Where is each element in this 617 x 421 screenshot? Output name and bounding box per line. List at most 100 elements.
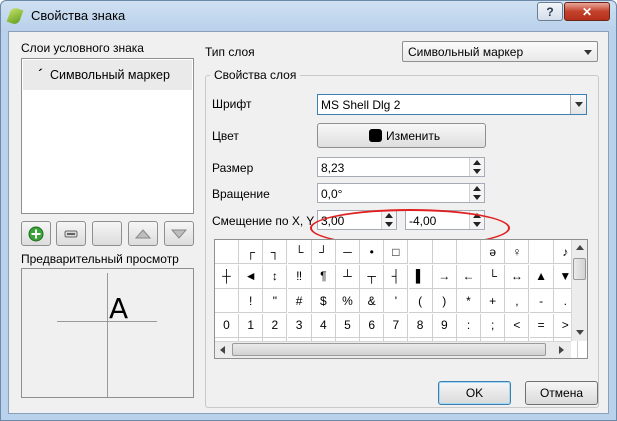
remove-layer-button[interactable] — [56, 221, 86, 246]
char-cell[interactable]: ┼ — [215, 264, 239, 289]
char-cell[interactable]: ◄ — [239, 264, 264, 289]
char-cell[interactable]: 4 — [311, 313, 336, 338]
char-cell[interactable]: $ — [311, 289, 336, 313]
char-cell[interactable] — [215, 240, 239, 264]
char-cell[interactable]: ə — [481, 240, 506, 264]
char-cell[interactable]: 9 — [432, 313, 457, 338]
layer-item-character-marker[interactable]: ˊ Символьный маркер — [23, 60, 192, 90]
horizontal-scroll-thumb[interactable] — [232, 343, 546, 356]
char-cell[interactable]: % — [336, 289, 360, 313]
char-cell[interactable]: ‼ — [287, 264, 312, 289]
spin-up-icon — [473, 160, 481, 165]
char-cell[interactable]: └ — [481, 264, 506, 289]
char-cell[interactable]: → — [432, 264, 457, 289]
vertical-scroll-thumb[interactable] — [573, 258, 586, 280]
char-cell[interactable]: 0 — [215, 313, 239, 338]
char-cell[interactable] — [457, 240, 481, 264]
qgis-logo-icon — [6, 6, 24, 26]
offset-label: Смещение по X, Y — [212, 214, 315, 228]
size-spinbox[interactable]: 8,23 — [317, 157, 485, 177]
font-combo[interactable]: MS Shell Dlg 2 — [317, 94, 587, 115]
title-bar[interactable]: Свойства знака ? ✕ — [1, 1, 616, 31]
scroll-down-icon[interactable] — [576, 330, 584, 335]
change-color-button[interactable]: Изменить — [317, 123, 486, 148]
scroll-up-icon[interactable] — [576, 245, 584, 250]
scroll-right-icon[interactable] — [559, 346, 564, 354]
char-cell[interactable]: ' — [384, 289, 409, 313]
char-cell[interactable]: 2 — [263, 313, 288, 338]
rotation-label: Вращение — [212, 187, 270, 201]
char-cell[interactable]: ) — [432, 289, 457, 313]
char-cell[interactable]: ┬ — [360, 264, 385, 289]
char-cell[interactable]: ▲ — [529, 264, 554, 289]
char-cell[interactable]: ┌ — [239, 240, 264, 264]
char-cell[interactable]: ┐ — [263, 240, 288, 264]
char-cell[interactable]: ─ — [336, 240, 360, 264]
char-cell[interactable]: + — [481, 289, 506, 313]
move-up-button[interactable] — [128, 221, 158, 246]
color-swatch — [369, 129, 382, 142]
char-cell[interactable]: ! — [239, 289, 264, 313]
char-cell[interactable]: & — [360, 289, 385, 313]
char-cell[interactable]: 5 — [336, 313, 360, 338]
color-label: Цвет — [212, 129, 239, 143]
spin-down-icon — [473, 169, 481, 174]
char-cell[interactable]: * — [457, 289, 481, 313]
plus-icon — [28, 226, 44, 241]
font-label: Шрифт — [212, 97, 252, 111]
char-cell[interactable]: # — [287, 289, 312, 313]
char-cell[interactable]: □ — [384, 240, 409, 264]
char-cell[interactable]: ▌ — [408, 264, 433, 289]
char-cell[interactable]: : — [457, 313, 481, 338]
char-cell[interactable]: = — [529, 313, 554, 338]
char-cell[interactable] — [408, 240, 433, 264]
lock-layer-button[interactable] — [92, 221, 122, 246]
charmap-vertical-scrollbar[interactable] — [571, 240, 587, 341]
char-cell[interactable]: ← — [457, 264, 481, 289]
layers-list[interactable]: ˊ Символьный маркер — [21, 58, 194, 214]
size-stepper[interactable] — [469, 158, 484, 176]
char-cell[interactable] — [215, 289, 239, 313]
character-marker-icon: ˊ — [37, 66, 42, 82]
char-cell[interactable]: ┘ — [311, 240, 336, 264]
close-button[interactable]: ✕ — [564, 2, 610, 21]
chevron-down-icon[interactable] — [570, 95, 586, 114]
char-cell[interactable]: ↔ — [505, 264, 530, 289]
char-cell[interactable]: └ — [287, 240, 312, 264]
ok-button[interactable]: OK — [438, 381, 511, 405]
char-cell[interactable]: ┴ — [336, 264, 360, 289]
dialog-client: Слои условного знака ˊ Символьный маркер — [8, 31, 609, 414]
char-cell[interactable]: 8 — [408, 313, 433, 338]
add-layer-button[interactable] — [21, 221, 51, 246]
char-cell[interactable]: 1 — [239, 313, 264, 338]
charmap-horizontal-scrollbar[interactable] — [215, 341, 571, 358]
layer-type-value: Символьный маркер — [408, 45, 524, 59]
cancel-button[interactable]: Отмена — [525, 381, 598, 405]
char-cell[interactable] — [529, 240, 554, 264]
rotation-spinbox[interactable]: 0,0° — [317, 183, 485, 203]
char-cell[interactable]: < — [505, 313, 530, 338]
scroll-left-icon[interactable] — [220, 346, 225, 354]
layer-type-combo[interactable]: Символьный маркер — [402, 41, 598, 62]
rotation-stepper[interactable] — [469, 184, 484, 202]
char-cell[interactable]: 3 — [287, 313, 312, 338]
symbol-preview: A — [21, 268, 194, 398]
chevron-down-icon — [584, 50, 592, 55]
char-cell[interactable]: ; — [481, 313, 506, 338]
char-cell[interactable]: - — [529, 289, 554, 313]
char-cell[interactable]: ┤ — [384, 264, 409, 289]
char-cell[interactable]: , — [505, 289, 530, 313]
spin-down-icon — [473, 195, 481, 200]
char-cell[interactable]: • — [360, 240, 385, 264]
char-cell[interactable]: 7 — [384, 313, 409, 338]
char-cell[interactable]: ♀ — [505, 240, 530, 264]
move-down-button[interactable] — [164, 221, 194, 246]
preview-crosshair-v — [107, 273, 108, 397]
char-cell[interactable]: ¶ — [311, 264, 336, 289]
char-cell[interactable] — [432, 240, 457, 264]
char-cell[interactable]: " — [263, 289, 288, 313]
char-cell[interactable]: ( — [408, 289, 433, 313]
char-cell[interactable]: ↕ — [263, 264, 288, 289]
help-button[interactable]: ? — [537, 2, 563, 21]
char-cell[interactable]: 6 — [360, 313, 385, 338]
